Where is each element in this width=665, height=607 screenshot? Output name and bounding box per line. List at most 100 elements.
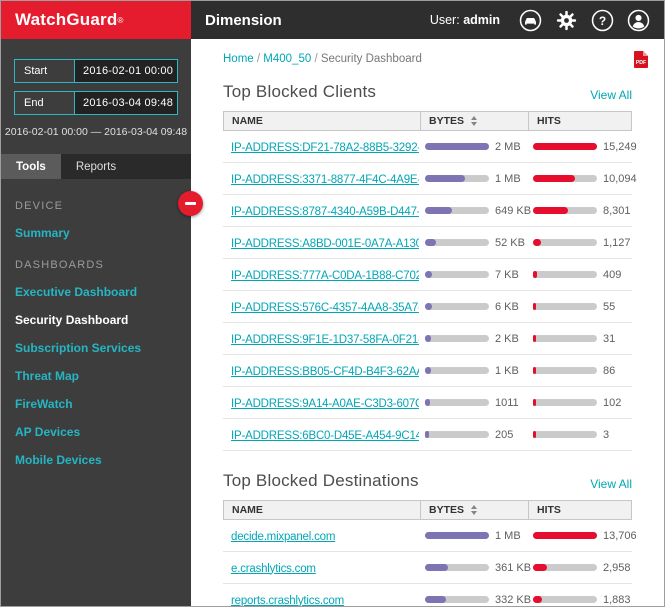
column-header-label: NAME (232, 504, 263, 516)
hits-value: 8,301 (603, 205, 631, 217)
bytes-cell: 1011 (419, 397, 527, 409)
tab-reports[interactable]: Reports (61, 154, 131, 179)
row-name-link[interactable]: IP-ADDRESS:DF21-78A2-88B5-3292-71A... (231, 142, 419, 154)
end-date-input[interactable]: 2016-03-04 09:48 (74, 92, 177, 114)
hits-bar-fill (533, 431, 536, 438)
row-name-link[interactable]: decide.mixpanel.com (231, 531, 335, 543)
row-name-link[interactable]: IP-ADDRESS:8787-4340-A59B-D447-B4A... (231, 206, 419, 218)
gear-icon[interactable] (555, 9, 578, 32)
hits-bar-track (533, 532, 597, 539)
row-name-link[interactable]: IP-ADDRESS:777A-C0DA-1B88-C702-774... (231, 270, 419, 282)
table-row: IP-ADDRESS:8787-4340-A59B-D447-B4A...649… (223, 195, 632, 227)
breadcrumb-item-m400-50[interactable]: M400_50 (263, 53, 311, 65)
column-header-hits[interactable]: HITS (528, 501, 634, 519)
table-row: e.crashlytics.com361 KB2,958 (223, 552, 632, 584)
bytes-cell: 1 MB (419, 530, 527, 542)
column-header-label: NAME (232, 115, 263, 127)
name-cell: IP-ADDRESS:9F1E-1D37-58FA-0F21-C5B... (223, 330, 419, 348)
bytes-value: 361 KB (495, 562, 531, 574)
sidebar-item-ap-devices[interactable]: AP Devices (15, 425, 191, 439)
hits-bar-track (533, 596, 597, 603)
sort-icon[interactable] (471, 505, 477, 515)
column-header-name[interactable]: NAME (224, 112, 420, 130)
bytes-value: 1011 (495, 397, 519, 409)
sort-asc-arrow (471, 505, 477, 509)
view-all-link[interactable]: View All (590, 88, 632, 102)
column-header-name[interactable]: NAME (224, 501, 420, 519)
column-header-bytes[interactable]: BYTES (420, 501, 528, 519)
hits-cell: 86 (527, 365, 633, 377)
user-label: User: (430, 13, 460, 27)
hits-cell: 31 (527, 333, 633, 345)
row-name-link[interactable]: IP-ADDRESS:A8BD-001E-0A7A-A130-4A3... (231, 238, 419, 250)
hits-bar-track (533, 367, 597, 374)
car-icon[interactable] (519, 9, 542, 32)
sidebar-item-threat-map[interactable]: Threat Map (15, 369, 191, 383)
row-name-link[interactable]: reports.crashlytics.com (231, 595, 344, 607)
app-title: Dimension (205, 12, 282, 29)
table-row: IP-ADDRESS:BB05-CF4D-B4F3-62AA-CE1...1 K… (223, 355, 632, 387)
name-cell: reports.crashlytics.com (223, 591, 419, 607)
bytes-bar-track (425, 271, 489, 278)
row-name-link[interactable]: IP-ADDRESS:6BC0-D45E-A454-9C14-201... (231, 430, 419, 442)
sidebar-item-executive-dashboard[interactable]: Executive Dashboard (15, 285, 191, 299)
breadcrumb-item-security-dashboard: Security Dashboard (321, 53, 422, 65)
row-name-link[interactable]: IP-ADDRESS:9A14-A0AE-C3D3-607C-F10... (231, 398, 419, 410)
sort-icon[interactable] (471, 116, 477, 126)
table-section-top-blocked-clients: Top Blocked ClientsView AllNAMEBYTESHITS… (223, 82, 632, 451)
hits-bar-track (533, 431, 597, 438)
hits-value: 409 (603, 269, 621, 281)
hits-cell: 55 (527, 301, 633, 313)
bytes-cell: 1 MB (419, 173, 527, 185)
sidebar-item-mobile-devices[interactable]: Mobile Devices (15, 453, 191, 467)
sort-asc-arrow (471, 116, 477, 120)
table-header-row: NAME BYTES HITS (223, 111, 632, 131)
view-all-link[interactable]: View All (590, 477, 632, 491)
user-icon[interactable] (627, 9, 650, 32)
sidebar-item-security-dashboard[interactable]: Security Dashboard (15, 313, 191, 327)
column-header-bytes[interactable]: BYTES (420, 112, 528, 130)
bytes-cell: 7 KB (419, 269, 527, 281)
topbar-actions: User: admin (430, 9, 650, 32)
bytes-value: 2 MB (495, 141, 521, 153)
sort-desc-arrow (471, 122, 477, 126)
bytes-value: 2 KB (495, 333, 519, 345)
name-cell: IP-ADDRESS:BB05-CF4D-B4F3-62AA-CE1... (223, 362, 419, 380)
nav-section-label-device: DEVICE (15, 200, 191, 212)
bytes-bar-track (425, 399, 489, 406)
column-header-hits[interactable]: HITS (528, 112, 634, 130)
table-header-row: NAME BYTESHITS (223, 500, 632, 520)
table-row: decide.mixpanel.com1 MB13,706 (223, 520, 632, 552)
sidebar-item-firewatch[interactable]: FireWatch (15, 397, 191, 411)
hits-bar-track (533, 239, 597, 246)
row-name-link[interactable]: IP-ADDRESS:BB05-CF4D-B4F3-62AA-CE1... (231, 366, 419, 378)
hits-cell: 1,883 (527, 594, 633, 606)
sidebar-item-summary[interactable]: Summary (15, 226, 191, 240)
sidebar-collapse-button[interactable] (178, 191, 203, 216)
bytes-cell: 205 (419, 429, 527, 441)
pdf-export-icon[interactable]: PDF (634, 51, 648, 73)
hits-bar-track (533, 271, 597, 278)
bytes-bar-fill (425, 532, 489, 539)
tab-tools[interactable]: Tools (1, 154, 61, 179)
name-cell: IP-ADDRESS:A8BD-001E-0A7A-A130-4A3... (223, 234, 419, 252)
bytes-bar-fill (425, 271, 432, 278)
row-name-link[interactable]: e.crashlytics.com (231, 563, 316, 575)
bytes-cell: 2 KB (419, 333, 527, 345)
bytes-bar-fill (425, 207, 452, 214)
help-icon[interactable]: ? (591, 9, 614, 32)
hits-bar-track (533, 303, 597, 310)
bytes-cell: 649 KB (419, 205, 527, 217)
row-name-link[interactable]: IP-ADDRESS:9F1E-1D37-58FA-0F21-C5B... (231, 334, 419, 346)
breadcrumb-item-home[interactable]: Home (223, 53, 254, 65)
bytes-cell: 332 KB (419, 594, 527, 606)
column-header-label: BYTES (429, 115, 464, 127)
bytes-value: 332 KB (495, 594, 531, 606)
hits-bar-fill (533, 207, 568, 214)
row-name-link[interactable]: IP-ADDRESS:576C-4357-4AA8-35A7-9C8... (231, 302, 419, 314)
bytes-cell: 1 KB (419, 365, 527, 377)
hits-bar-fill (533, 143, 597, 150)
start-date-input[interactable]: 2016-02-01 00:00 (74, 60, 177, 82)
row-name-link[interactable]: IP-ADDRESS:3371-8877-4F4C-4A9E-C32... (231, 174, 419, 186)
sidebar-item-subscription-services[interactable]: Subscription Services (15, 341, 191, 355)
